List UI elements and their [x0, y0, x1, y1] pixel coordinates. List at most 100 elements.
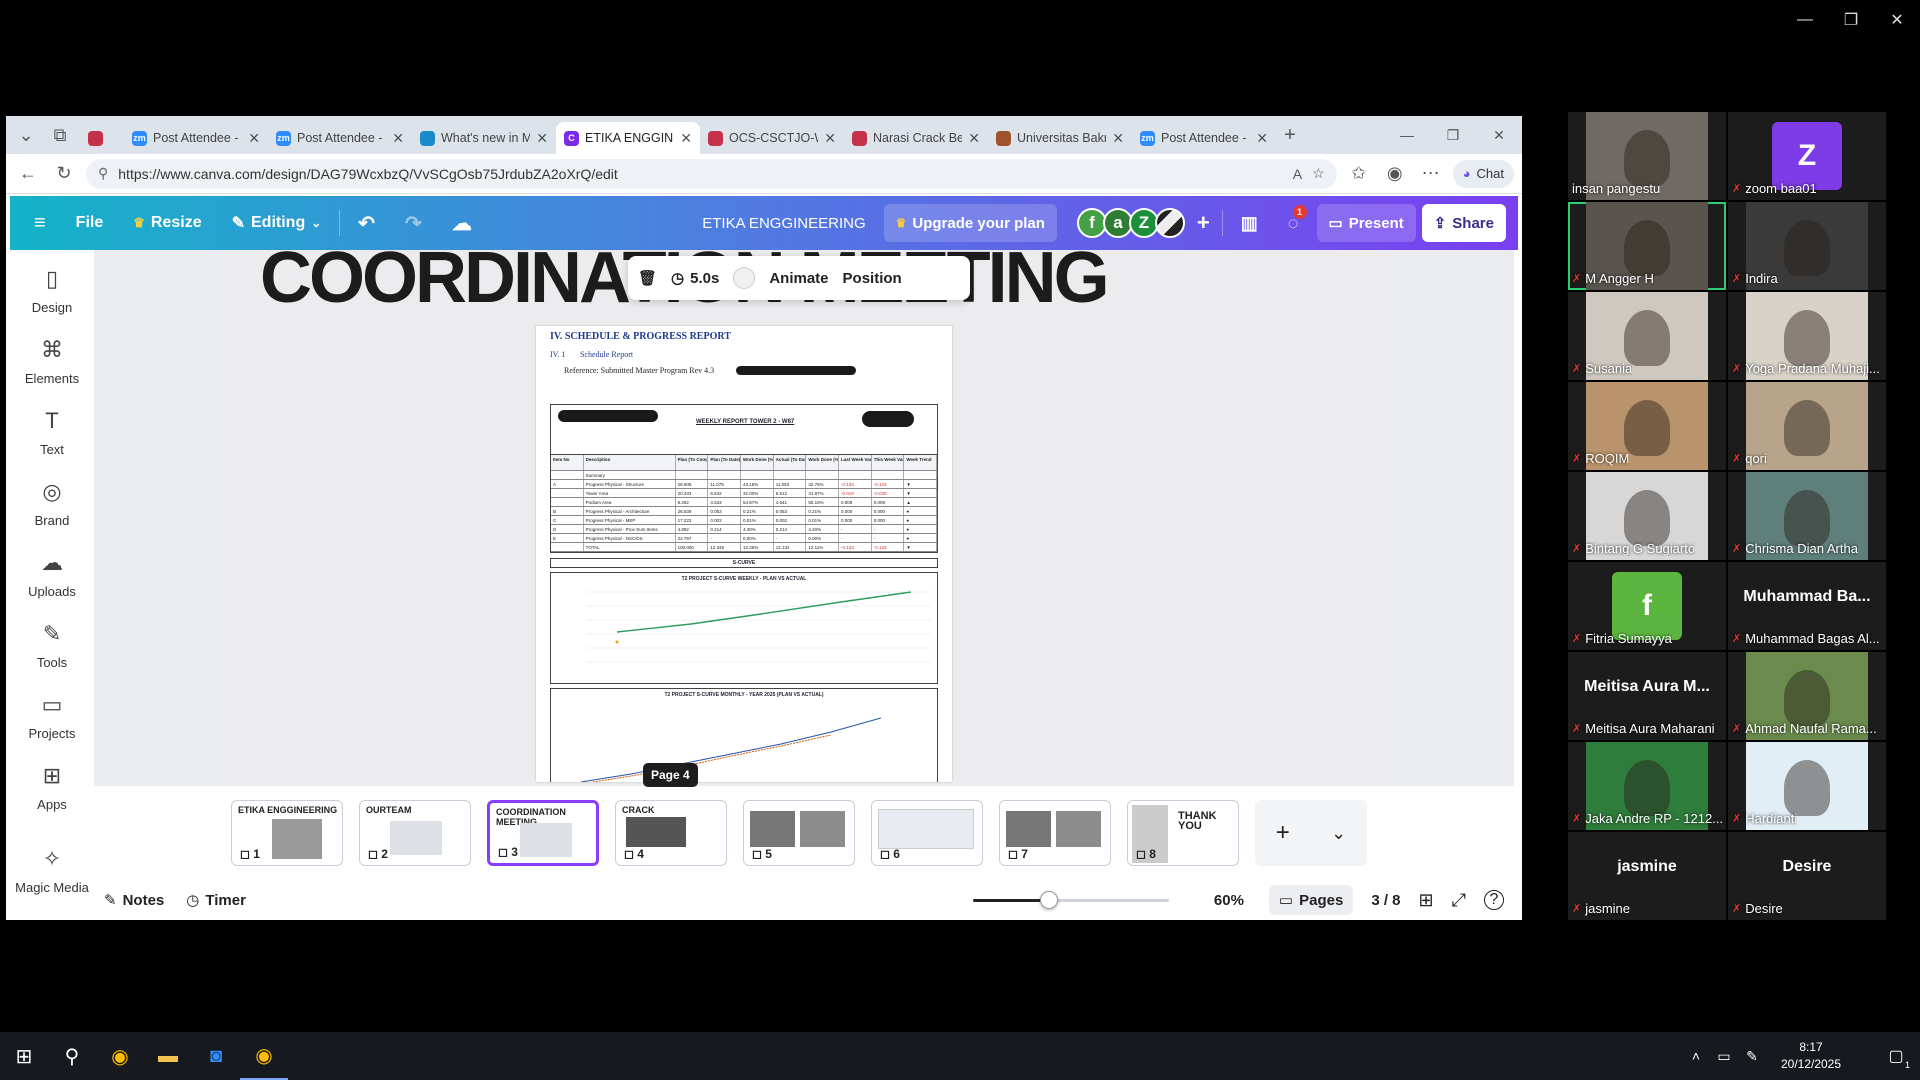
file-menu-button[interactable]: File	[64, 205, 116, 241]
participant-tile[interactable]: Muhammad Ba... ✗ Muhammad Bagas Al...	[1728, 562, 1886, 650]
close-tab-icon[interactable]: ✕	[680, 130, 692, 147]
notifications-icon[interactable]: ▢ 1	[1872, 1032, 1920, 1080]
participant-tile[interactable]: Desire ✗ Desire	[1728, 832, 1886, 920]
notes-button[interactable]: ✎ Notes	[104, 891, 164, 910]
zoom-slider[interactable]	[972, 890, 1169, 909]
participant-tile[interactable]: ✗ Susania	[1568, 292, 1726, 380]
profile-icon[interactable]: ◉	[1381, 160, 1409, 188]
browser-close-button[interactable]: ✕	[1476, 121, 1522, 149]
share-button[interactable]: ⇪ Share	[1421, 204, 1506, 242]
zoom-app-icon[interactable]: ◙	[192, 1032, 240, 1080]
present-button[interactable]: ▭ Present	[1316, 204, 1416, 242]
pen-icon[interactable]: ✎	[1738, 1032, 1766, 1080]
page-thumbnail[interactable]: THANK YOU ◻ 8	[1127, 800, 1239, 866]
browser-tab[interactable]: C ETIKA ENGGINEE ✕	[556, 122, 700, 154]
undo-button[interactable]: ↶	[346, 205, 387, 241]
outer-close-button[interactable]: ✕	[1874, 0, 1920, 40]
file-explorer-icon[interactable]: ▬	[144, 1032, 192, 1080]
left-panel-magic-media[interactable]: ✧ Magic Media	[10, 846, 94, 895]
zoom-level[interactable]: 60%	[1199, 892, 1259, 909]
participant-tile[interactable]: ✗ Indira	[1728, 202, 1886, 290]
back-arrow-icon[interactable]: ←	[14, 160, 42, 188]
network-icon[interactable]: ▭	[1710, 1032, 1738, 1080]
close-tab-icon[interactable]: ✕	[824, 130, 836, 147]
left-panel-elements[interactable]: ⌘ Elements	[10, 337, 94, 386]
browser-restore-button[interactable]: ❐	[1430, 121, 1476, 149]
participant-tile[interactable]: ✗ Ahmad Naufal Rama...	[1728, 652, 1886, 740]
close-tab-icon[interactable]: ✕	[1256, 130, 1268, 147]
start-icon[interactable]: ⊞	[0, 1032, 48, 1080]
schedule-report-image[interactable]: IV. SCHEDULE & PROGRESS REPORT IV. 1 Sch…	[536, 326, 952, 782]
add-collaborator-icon[interactable]: +	[1191, 205, 1216, 241]
more-menu-icon[interactable]: ⋯	[1417, 160, 1445, 188]
duration-button[interactable]: ◷ 5.0s	[671, 269, 719, 288]
copilot-chat-button[interactable]: ◕ Chat	[1452, 159, 1514, 188]
left-panel-brand[interactable]: ◎ Brand	[10, 479, 94, 528]
pages-button[interactable]: ▭ Pages	[1268, 885, 1354, 915]
participant-tile[interactable]: ✗ ROQIM	[1568, 382, 1726, 470]
refresh-icon[interactable]: ↻	[50, 160, 78, 188]
browser-tab[interactable]: Universitas Bakri ✕	[988, 122, 1132, 154]
address-bar[interactable]: ⚲ https://www.canva.com/design/DAG79Wcxb…	[86, 158, 1337, 189]
participant-tile[interactable]: insan pangestu	[1568, 112, 1726, 200]
search-icon[interactable]: ⚲	[48, 1032, 96, 1080]
grid-view-icon[interactable]: ⊞	[1419, 890, 1434, 911]
chrome-icon[interactable]: ◉	[96, 1032, 144, 1080]
site-info-icon[interactable]: ⚲	[98, 165, 108, 182]
zoom-slider-handle[interactable]	[1040, 890, 1059, 909]
left-panel-text[interactable]: T Text	[10, 408, 94, 457]
insights-icon[interactable]: ▥	[1229, 205, 1270, 241]
participant-tile[interactable]: jasmine ✗ jasmine	[1568, 832, 1726, 920]
fullscreen-icon[interactable]: ⤢	[1452, 890, 1466, 911]
browser-tab[interactable]: OCS-CSCTJO-W ✕	[700, 122, 844, 154]
help-icon[interactable]: ?	[1484, 890, 1504, 910]
favorite-star-icon[interactable]: ☆	[1312, 165, 1325, 182]
close-tab-icon[interactable]: ✕	[392, 130, 404, 147]
read-aloud-icon[interactable]: A	[1293, 166, 1302, 182]
timer-button[interactable]: ◷ Timer	[186, 891, 246, 910]
browser-tab[interactable]: zm Post Attendee - Z ✕	[268, 122, 412, 154]
new-tab-button[interactable]: +	[1276, 121, 1304, 149]
close-tab-icon[interactable]: ✕	[248, 130, 260, 147]
page-thumbnail[interactable]: COORDINATION MEETING ◻ 3	[487, 800, 599, 866]
page-thumbnail[interactable]: CRACK ◻ 4	[615, 800, 727, 866]
participant-tile[interactable]: ✗ qori	[1728, 382, 1886, 470]
position-button[interactable]: Position	[843, 270, 902, 287]
outer-minimize-button[interactable]: —	[1782, 0, 1828, 40]
participant-tile[interactable]: ✗ M Angger H	[1568, 202, 1726, 290]
participant-tile[interactable]: Z ✗ zoom baa01	[1728, 112, 1886, 200]
page-thumbnail[interactable]: ETIKA ENGGINEERING ◻ 1	[231, 800, 343, 866]
browser-minimize-button[interactable]: —	[1384, 121, 1430, 149]
browser-tab[interactable]: What's new in M ✕	[412, 122, 556, 154]
close-tab-icon[interactable]: ✕	[536, 130, 548, 147]
edge-icon[interactable]: ◉	[240, 1032, 288, 1080]
outer-maximize-button[interactable]: ❐	[1828, 0, 1874, 40]
left-panel-design[interactable]: ▯ Design	[10, 266, 94, 315]
resize-button[interactable]: ♛ Resize	[121, 205, 213, 241]
editing-mode-button[interactable]: ✎ Editing ⌄	[220, 205, 334, 241]
close-tab-icon[interactable]: ✕	[968, 130, 980, 147]
comments-button[interactable]: ◌ 1	[1276, 205, 1311, 241]
participant-tile[interactable]: ✗ Hardianti	[1728, 742, 1886, 830]
tray-chevron-icon[interactable]: ˄	[1682, 1032, 1710, 1080]
favorites-icon[interactable]: ✩	[1345, 160, 1373, 188]
collaborator-avatar[interactable]	[1154, 208, 1185, 238]
close-tab-icon[interactable]: ✕	[1112, 130, 1124, 147]
cloud-saved-icon[interactable]: ☁	[440, 205, 484, 241]
browser-tab[interactable]: zm Post Attendee - Z ✕	[1132, 122, 1276, 154]
redo-button[interactable]: ↷	[393, 205, 434, 241]
tab-actions-icon[interactable]: ⧉	[40, 121, 80, 149]
page-thumbnail[interactable]: ◻ 5	[743, 800, 855, 866]
participant-tile[interactable]: Meitisa Aura M... ✗ Meitisa Aura Maharani	[1568, 652, 1726, 740]
color-swatch[interactable]	[733, 267, 756, 289]
left-panel-uploads[interactable]: ☁ Uploads	[10, 550, 94, 599]
browser-tab[interactable]: zm Post Attendee - Z ✕	[124, 122, 268, 154]
tab-search-icon[interactable]: ⌄	[12, 121, 40, 149]
participant-tile[interactable]: ✗ Jaka Andre RP - 1212...	[1568, 742, 1726, 830]
browser-tab[interactable]	[80, 122, 124, 154]
participant-tile[interactable]: ✗ Chrisma Dian Artha	[1728, 472, 1886, 560]
add-page-button[interactable]: + ⌄	[1255, 800, 1367, 866]
page-thumbnail[interactable]: OURTEAM ◻ 2	[359, 800, 471, 866]
left-panel-projects[interactable]: ▭ Projects	[10, 692, 94, 741]
page-thumbnail[interactable]: ◻ 6	[871, 800, 983, 866]
